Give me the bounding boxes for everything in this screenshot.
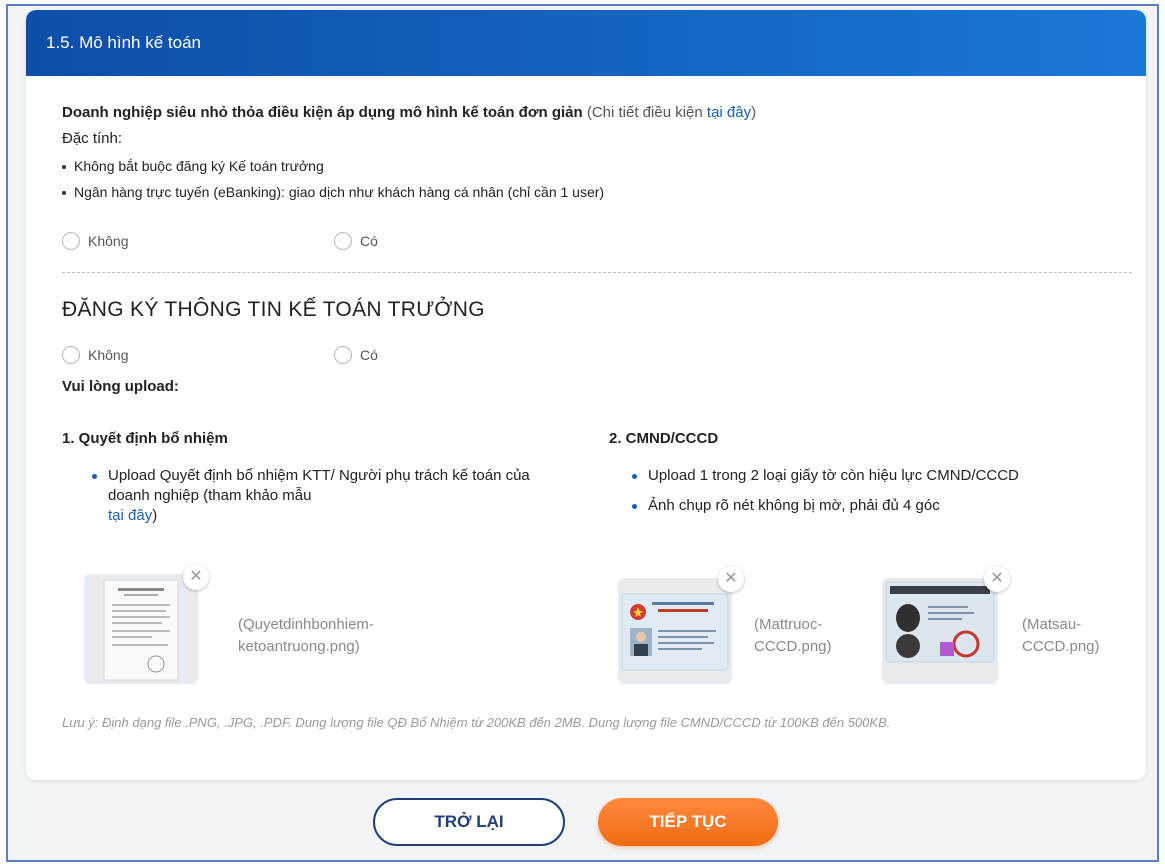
chief-accountant-title: ĐĂNG KÝ THÔNG TIN KẾ TOÁN TRƯỞNG xyxy=(62,298,485,321)
id-front-file-name: (Mattruoc-CCCD.png) xyxy=(754,616,832,655)
id-front-thumbnail[interactable] xyxy=(618,578,732,684)
id-card-bullet: Ảnh chụp rõ nét không bị mờ, phải đủ 4 g… xyxy=(626,496,1046,516)
appointment-bullet: Upload Quyết định bổ nhiệm KTT/ Người ph… xyxy=(86,466,546,526)
simple-model-lead-text: Doanh nghiệp siêu nhỏ thỏa điều kiện áp … xyxy=(62,104,583,121)
close-icon[interactable]: ✕ xyxy=(183,564,209,590)
close-icon[interactable]: ✕ xyxy=(718,566,744,592)
id-back-thumbnail[interactable] xyxy=(882,578,998,684)
radio-icon[interactable] xyxy=(334,346,352,364)
simple-model-detail-suffix: ) xyxy=(751,104,757,121)
radio-icon[interactable] xyxy=(62,232,80,250)
id-back-file-name: (Matsau-CCCD.png) xyxy=(1022,616,1100,655)
trait-item: Không bắt buộc đăng ký Kế toán trưởng xyxy=(62,156,1062,176)
simple-model-detail-link[interactable]: tại đây xyxy=(707,104,751,121)
section-header-title: 1.5. Mô hình kế toán xyxy=(46,33,201,52)
simple-model-lead: Doanh nghiệp siêu nhỏ thỏa điều kiện áp … xyxy=(62,104,1122,121)
id-card-section-title: 2. CMND/CCCD xyxy=(609,430,719,447)
radio-icon[interactable] xyxy=(62,346,80,364)
id-back-image xyxy=(885,581,995,663)
appointment-section-title: 1. Quyết định bổ nhiệm xyxy=(62,430,228,447)
chief-accountant-option-yes[interactable]: Có xyxy=(334,346,378,364)
simple-model-option-yes-label: Có xyxy=(360,233,378,249)
appointment-file-thumbnail[interactable] xyxy=(84,574,198,684)
accounting-model-card: 1.5. Mô hình kế toán Doanh nghiệp siêu n… xyxy=(26,10,1146,780)
id-card-bullet: Upload 1 trong 2 loại giấy tờ còn hiệu l… xyxy=(626,466,1046,486)
chief-accountant-option-no[interactable]: Không xyxy=(62,346,128,364)
simple-model-option-no-label: Không xyxy=(88,233,129,249)
next-button-label: TIẾP TỤC xyxy=(649,812,727,831)
document-thumbnail-image xyxy=(103,579,179,681)
upload-prompt: Vui lòng upload: xyxy=(62,378,179,395)
appointment-bullet-text: Upload Quyết định bổ nhiệm KTT/ Người ph… xyxy=(108,467,530,504)
upload-note: Lưu ý: Định dạng file .PNG, .JPG, .PDF. … xyxy=(62,715,891,730)
simple-model-option-yes[interactable]: Có xyxy=(334,232,378,250)
simple-model-detail-prefix: (Chi tiết điều kiện xyxy=(582,104,707,121)
dashed-divider xyxy=(62,272,1132,273)
chief-accountant-option-no-label: Không xyxy=(88,347,129,363)
trait-item: Ngân hàng trực tuyến (eBanking): giao dị… xyxy=(62,182,1062,202)
chief-accountant-option-yes-label: Có xyxy=(360,347,378,363)
appointment-bullets: Upload Quyết định bổ nhiệm KTT/ Người ph… xyxy=(86,466,546,536)
appointment-bullet-suffix: ) xyxy=(152,507,158,524)
close-icon[interactable]: ✕ xyxy=(984,566,1010,592)
radio-icon[interactable] xyxy=(334,232,352,250)
id-front-image xyxy=(621,593,729,671)
id-card-bullets: Upload 1 trong 2 loại giấy tờ còn hiệu l… xyxy=(626,466,1046,526)
page-frame: 1.5. Mô hình kế toán Doanh nghiệp siêu n… xyxy=(6,4,1159,862)
traits-label: Đặc tính: xyxy=(62,130,123,147)
next-button[interactable]: TIẾP TỤC xyxy=(598,798,778,846)
simple-model-option-no[interactable]: Không xyxy=(62,232,128,250)
section-header: 1.5. Mô hình kế toán xyxy=(26,10,1146,76)
back-button-label: TRỞ LẠI xyxy=(434,812,504,831)
traits-list: Không bắt buộc đăng ký Kế toán trưởng Ng… xyxy=(62,156,1062,206)
appointment-file-name: (Quyetdinhbonhiem-ketoantruong.png) xyxy=(238,616,374,655)
back-button[interactable]: TRỞ LẠI xyxy=(373,798,565,846)
appointment-sample-link[interactable]: tại đây xyxy=(108,507,152,524)
